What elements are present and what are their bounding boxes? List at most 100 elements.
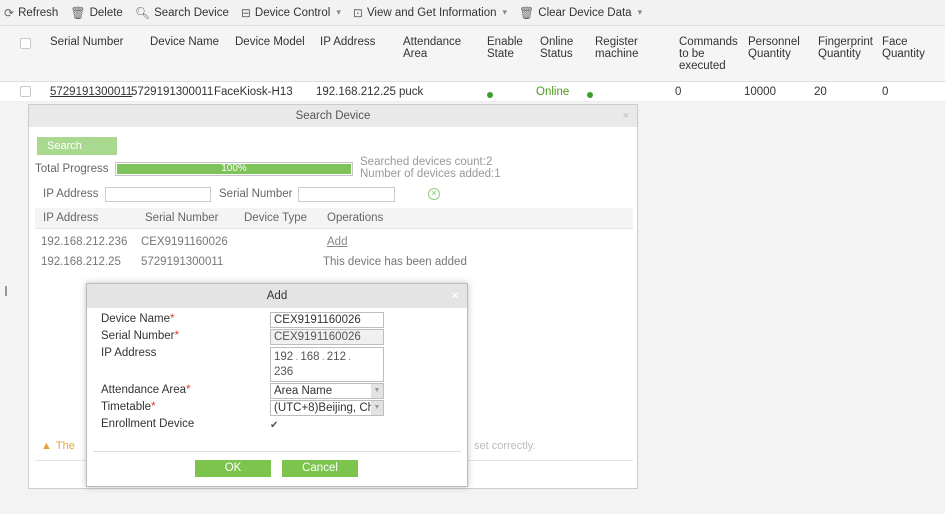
delete-button[interactable]: 🗑︎ Delete <box>70 6 122 20</box>
cell-ip-address: 192.168.212.25 <box>316 86 396 98</box>
device-control-icon: ⊟ <box>240 5 251 20</box>
ip-octet-3[interactable]: 212 <box>327 350 346 365</box>
warning-message: ▲ The <box>41 440 75 452</box>
warning-suffix: set correctly. <box>474 440 536 452</box>
cell-fingerprint-quantity: 20 <box>814 86 827 98</box>
search-device-label: Search Device <box>154 6 229 19</box>
ip-filter-label: IP Address <box>43 188 99 200</box>
cell-device-name: 5729191300011 <box>131 86 214 98</box>
res-col-ip: IP Address <box>43 212 99 224</box>
col-online-status[interactable]: Online Status <box>540 36 580 60</box>
col-register-machine[interactable]: Register machine <box>595 36 655 60</box>
search-button[interactable]: Search <box>37 137 117 155</box>
col-enable-state[interactable]: Enable State <box>487 36 527 60</box>
search-device-button[interactable]: 🔍︎ Search Device <box>135 6 229 20</box>
view-info-menu[interactable]: ⊡ View and Get Information ▾ <box>353 6 507 20</box>
resize-handle[interactable] <box>5 286 7 296</box>
col-attendance-area[interactable]: Attendance Area <box>403 36 465 60</box>
timetable-label: Timetable* <box>101 401 156 413</box>
progress-text: 100% <box>221 163 247 174</box>
added-count: Number of devices added:1 <box>360 168 501 180</box>
chevron-down-icon: ▾ <box>336 7 341 17</box>
device-added-text: This device has been added <box>323 256 467 268</box>
cell-online-status: Online <box>536 86 570 98</box>
ip-octet-4[interactable]: 236 <box>274 365 293 380</box>
ip-octet-2[interactable]: 168 <box>300 350 319 365</box>
clear-filter-icon[interactable]: ✕ <box>428 188 440 200</box>
chevron-down-icon: ▼ <box>371 384 383 398</box>
add-device-link[interactable]: Add <box>327 236 347 248</box>
search-icon: 🔍︎ <box>134 5 151 20</box>
chevron-down-icon: ▼ <box>371 401 383 415</box>
result-serial: CEX9191160026 <box>141 236 228 248</box>
view-info-label: View and Get Information <box>366 6 497 19</box>
close-icon[interactable]: × <box>623 105 629 127</box>
cell-serial-number[interactable]: 5729191300011 <box>50 86 132 98</box>
refresh-icon: ⟳ <box>4 5 15 20</box>
device-name-label: Device Name* <box>101 313 175 325</box>
col-fingerprint-quantity[interactable]: Fingerprint Quantity <box>818 36 878 60</box>
add-device-dialog: Add × Device Name* CEX9191160026 Serial … <box>86 283 468 487</box>
cell-attendance-area: puck <box>399 86 424 98</box>
clear-data-menu[interactable]: 🗑︎ Clear Device Data ▾ <box>519 6 642 20</box>
ip-filter-input[interactable] <box>105 187 211 202</box>
row-checkbox[interactable] <box>20 86 31 97</box>
trash-icon: 🗑︎ <box>70 5 86 20</box>
enable-state-dot-icon <box>487 89 493 101</box>
cell-personnel-quantity: 10000 <box>744 86 776 98</box>
cancel-button[interactable]: Cancel <box>282 460 358 477</box>
serial-number-label: Serial Number* <box>101 330 179 342</box>
toolbar: ⟳ Refresh 🗑︎ Delete 🔍︎ Search Device ⊟ D… <box>0 0 945 26</box>
search-dialog-title-bar[interactable]: Search Device × <box>29 105 637 127</box>
delete-label: Delete <box>89 6 123 19</box>
grid-header: Serial Number Device Name Device Model I… <box>0 26 945 82</box>
col-commands[interactable]: Commands to be executed <box>679 36 739 72</box>
refresh-label: Refresh <box>18 6 59 19</box>
ip-octet-1[interactable]: 192 <box>274 350 293 365</box>
attendance-area-select[interactable]: Area Name ▼ <box>270 383 384 399</box>
result-ip: 192.168.212.236 <box>41 236 128 248</box>
refresh-button[interactable]: ⟳ Refresh <box>4 6 58 20</box>
warning-prefix: The <box>55 440 75 452</box>
trash-icon: 🗑︎ <box>519 5 535 20</box>
register-machine-dot-icon <box>587 89 593 101</box>
progress-bar: 100% <box>115 162 353 176</box>
result-ip: 192.168.212.25 <box>41 256 121 268</box>
col-device-name[interactable]: Device Name <box>150 36 219 48</box>
res-col-type: Device Type <box>244 212 308 224</box>
view-info-icon: ⊡ <box>352 5 363 20</box>
device-control-menu[interactable]: ⊟ Device Control ▾ <box>241 6 341 20</box>
search-dialog-title: Search Device <box>295 110 371 122</box>
attendance-area-label: Attendance Area* <box>101 384 191 396</box>
col-face-quantity[interactable]: Face Quantity <box>882 36 940 60</box>
device-name-input[interactable]: CEX9191160026 <box>270 312 384 328</box>
ip-address-label: IP Address <box>101 347 157 359</box>
col-serial-number[interactable]: Serial Number <box>50 36 124 48</box>
chevron-down-icon: ▾ <box>502 7 508 17</box>
col-personnel-quantity[interactable]: Personnel Quantity <box>748 36 804 60</box>
cell-device-model: FaceKiosk-H13 <box>214 86 293 98</box>
result-serial: 5729191300011 <box>141 256 224 268</box>
timetable-select[interactable]: (UTC+8)Beijing, Ch ▼ <box>270 400 384 416</box>
add-dialog-title-bar[interactable]: Add × <box>87 284 467 308</box>
cell-commands: 0 <box>675 86 682 98</box>
divider <box>93 451 461 452</box>
serial-filter-input[interactable] <box>298 187 395 202</box>
ip-address-input[interactable]: 192. 168. 212. 236 <box>270 347 384 382</box>
col-device-model[interactable]: Device Model <box>235 36 305 48</box>
res-col-serial: Serial Number <box>145 212 219 224</box>
cell-face-quantity: 0 <box>882 86 889 98</box>
ok-button[interactable]: OK <box>195 460 271 477</box>
close-icon[interactable]: × <box>452 284 458 308</box>
col-ip-address[interactable]: IP Address <box>320 36 375 48</box>
chevron-down-icon: ▾ <box>637 7 643 17</box>
table-row[interactable]: 5729191300011 5729191300011 FaceKiosk-H1… <box>0 82 945 102</box>
clear-data-label: Clear Device Data <box>538 6 632 19</box>
searched-count: Searched devices count:2 <box>360 156 493 168</box>
select-all-checkbox[interactable] <box>20 38 31 49</box>
results-header: IP Address Serial Number Device Type Ope… <box>35 208 633 229</box>
enrollment-device-checkbox[interactable]: ✔ <box>270 420 278 431</box>
add-dialog-title: Add <box>266 290 288 302</box>
total-progress-label: Total Progress <box>35 163 109 175</box>
device-control-label: Device Control <box>254 6 331 19</box>
